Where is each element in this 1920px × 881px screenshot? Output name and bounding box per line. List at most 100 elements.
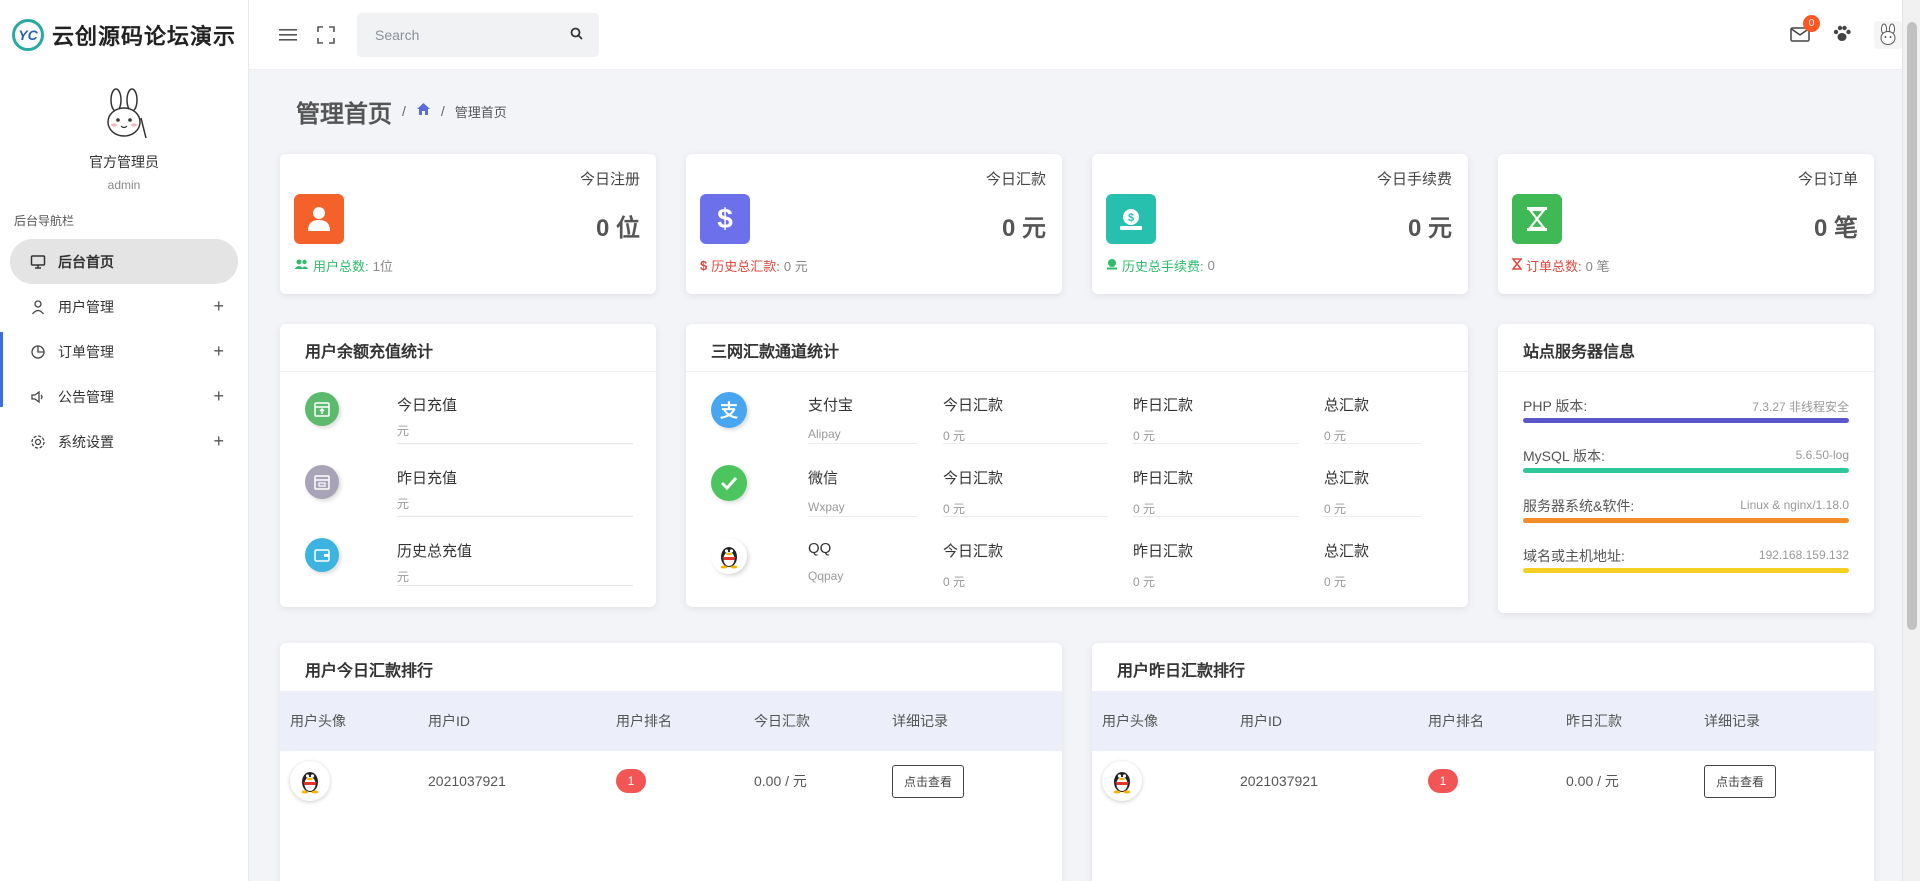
- total-label: 总汇款: [1324, 397, 1370, 414]
- stat-value: 0 元: [1001, 215, 1046, 242]
- recharge-value: 元: [397, 497, 410, 511]
- search-input[interactable]: [375, 26, 570, 43]
- recharge-label: 历史总充值: [397, 543, 473, 560]
- user-icon: [294, 194, 344, 244]
- sidebar: YC 云创源码论坛演示 官方管理员 admin 后台导航栏 后台首页 用户管理: [0, 0, 249, 881]
- nav-item-users[interactable]: 用户管理 +: [10, 284, 238, 329]
- rank-yesterday-card: 用户昨日汇款排行 用户头像 用户ID 用户排名 昨日汇款 详细记录 202103…: [1092, 643, 1874, 881]
- recharge-row-total: 历史总充值 元: [305, 518, 633, 586]
- yesterday-label: 昨日汇款: [1133, 543, 1194, 560]
- today-value: 0 元: [943, 575, 966, 589]
- avatar-cell: [1092, 751, 1230, 811]
- money-bag-icon: [1106, 258, 1118, 273]
- divider: [397, 516, 633, 517]
- stat-footer: 用户总数: 1位: [294, 256, 393, 275]
- rank-yesterday-table: 用户头像 用户ID 用户排名 昨日汇款 详细记录 2021037921 1 0.…: [1092, 691, 1874, 811]
- calendar-up-icon: [305, 392, 339, 426]
- user-avatar[interactable]: [1874, 21, 1902, 49]
- rank-today-card: 用户今日汇款排行 用户头像 用户ID 用户排名 今日汇款 详细记录 202103…: [280, 643, 1062, 881]
- dollar-icon: $: [700, 258, 708, 273]
- rabbit-avatar-icon[interactable]: [96, 88, 152, 144]
- server-info-bar: [1523, 418, 1849, 423]
- view-details-button[interactable]: 点击查看: [892, 764, 965, 798]
- nav-item-label: 后台首页: [58, 253, 114, 270]
- nav-item-notices[interactable]: 公告管理 +: [10, 374, 238, 419]
- qq-penguin-icon: [711, 538, 747, 574]
- today-value: 0 元: [943, 502, 966, 516]
- brand[interactable]: YC 云创源码论坛演示: [0, 0, 248, 70]
- yesterday-value: 0 元: [1133, 502, 1156, 516]
- divider: [397, 443, 633, 444]
- nav-item-dashboard[interactable]: 后台首页: [10, 239, 238, 284]
- yesterday-value: 0 元: [1133, 575, 1156, 589]
- server-info-label: PHP 版本:: [1523, 398, 1588, 414]
- amount-cell: 0.00 / 元: [754, 773, 807, 789]
- card-title: 用户昨日汇款排行: [1117, 663, 1246, 680]
- users-group-icon: [294, 258, 309, 273]
- table-header-row: 用户头像 用户ID 用户排名 今日汇款 详细记录: [280, 691, 1062, 751]
- mail-icon: [1790, 26, 1810, 46]
- divider: [1324, 516, 1421, 517]
- stat-card-registrations: 今日注册 0 位 用户总数: 1位: [280, 154, 656, 294]
- server-info-bar: [1523, 518, 1849, 523]
- action-cell: 点击查看: [882, 751, 1062, 811]
- nav-item-label: 订单管理: [58, 343, 114, 360]
- stat-value: 0 笔: [1813, 215, 1858, 242]
- total-value: 0 元: [1324, 575, 1347, 589]
- stat-footer-value: 0 笔: [1585, 259, 1610, 274]
- expand-plus-icon[interactable]: +: [213, 341, 224, 362]
- mail-button[interactable]: 0: [1790, 14, 1820, 46]
- dollar-icon: $: [700, 194, 750, 244]
- avatar-cell: [280, 751, 418, 811]
- stat-footer: 订单总数: 0 笔: [1511, 256, 1610, 275]
- divider: [943, 516, 1108, 517]
- yesterday-label: 昨日汇款: [1133, 397, 1194, 414]
- stat-footer-label: 订单总数:: [1526, 259, 1582, 274]
- stat-card-fees: 今日手续费 $ 0 元 历史总手续费: 0: [1092, 154, 1468, 294]
- topbar-actions: 0: [1790, 0, 1902, 70]
- fullscreen-icon[interactable]: [315, 24, 337, 46]
- check-icon: [711, 465, 747, 501]
- table-header: 用户ID: [1240, 713, 1282, 729]
- brand-logo: YC: [12, 19, 44, 51]
- nav-item-settings[interactable]: 系统设置 +: [10, 419, 238, 464]
- search-icon[interactable]: [570, 27, 583, 43]
- page-title: 管理首页: [296, 100, 392, 128]
- paw-icon[interactable]: [1832, 24, 1852, 47]
- card-title: 三网汇款通道统计: [686, 324, 1468, 372]
- expand-plus-icon[interactable]: +: [213, 386, 224, 407]
- breadcrumb-current: 管理首页: [454, 104, 507, 120]
- total-label: 总汇款: [1324, 543, 1370, 560]
- total-value: 0 元: [1324, 429, 1347, 443]
- stat-title: 今日订单: [1797, 171, 1858, 188]
- recharge-stats-card: 用户余额充值统计 今日充值 元 昨日充值 元 历史总充值 元: [280, 324, 656, 607]
- yesterday-value: 0 元: [1133, 429, 1156, 443]
- breadcrumb-separator: /: [440, 103, 445, 119]
- stat-title: 今日注册: [579, 171, 640, 188]
- wallet-icon: [305, 538, 339, 572]
- card-title: 用户今日汇款排行: [305, 663, 434, 680]
- home-icon[interactable]: [416, 102, 431, 120]
- expand-plus-icon[interactable]: +: [213, 296, 224, 317]
- page-scrollbar[interactable]: [1902, 0, 1920, 881]
- menu-toggle-icon[interactable]: [277, 24, 299, 46]
- action-cell: 点击查看: [1694, 751, 1874, 811]
- stat-value: 0 位: [595, 215, 640, 242]
- channel-name: 微信: [808, 470, 839, 487]
- view-details-button[interactable]: 点击查看: [1704, 764, 1777, 798]
- rank-today-table: 用户头像 用户ID 用户排名 今日汇款 详细记录 2021037921 1 0.…: [280, 691, 1062, 811]
- divider: [808, 443, 918, 444]
- nav-item-orders[interactable]: 订单管理 +: [10, 329, 238, 374]
- server-info-label: MySQL 版本:: [1523, 448, 1605, 464]
- server-info-value: 5.6.50-log: [1795, 448, 1849, 462]
- scrollbar-thumb[interactable]: [1907, 22, 1917, 630]
- svg-text:$: $: [1128, 212, 1134, 224]
- expand-plus-icon[interactable]: +: [213, 431, 224, 452]
- stat-title: 今日手续费: [1376, 171, 1452, 188]
- alipay-icon: 支: [711, 392, 747, 428]
- recharge-label: 昨日充值: [397, 470, 458, 487]
- rank-badge: 1: [616, 769, 646, 793]
- table-header: 用户头像: [290, 713, 346, 729]
- today-label: 今日汇款: [943, 470, 1004, 487]
- recharge-row-today: 今日充值 元: [305, 372, 633, 444]
